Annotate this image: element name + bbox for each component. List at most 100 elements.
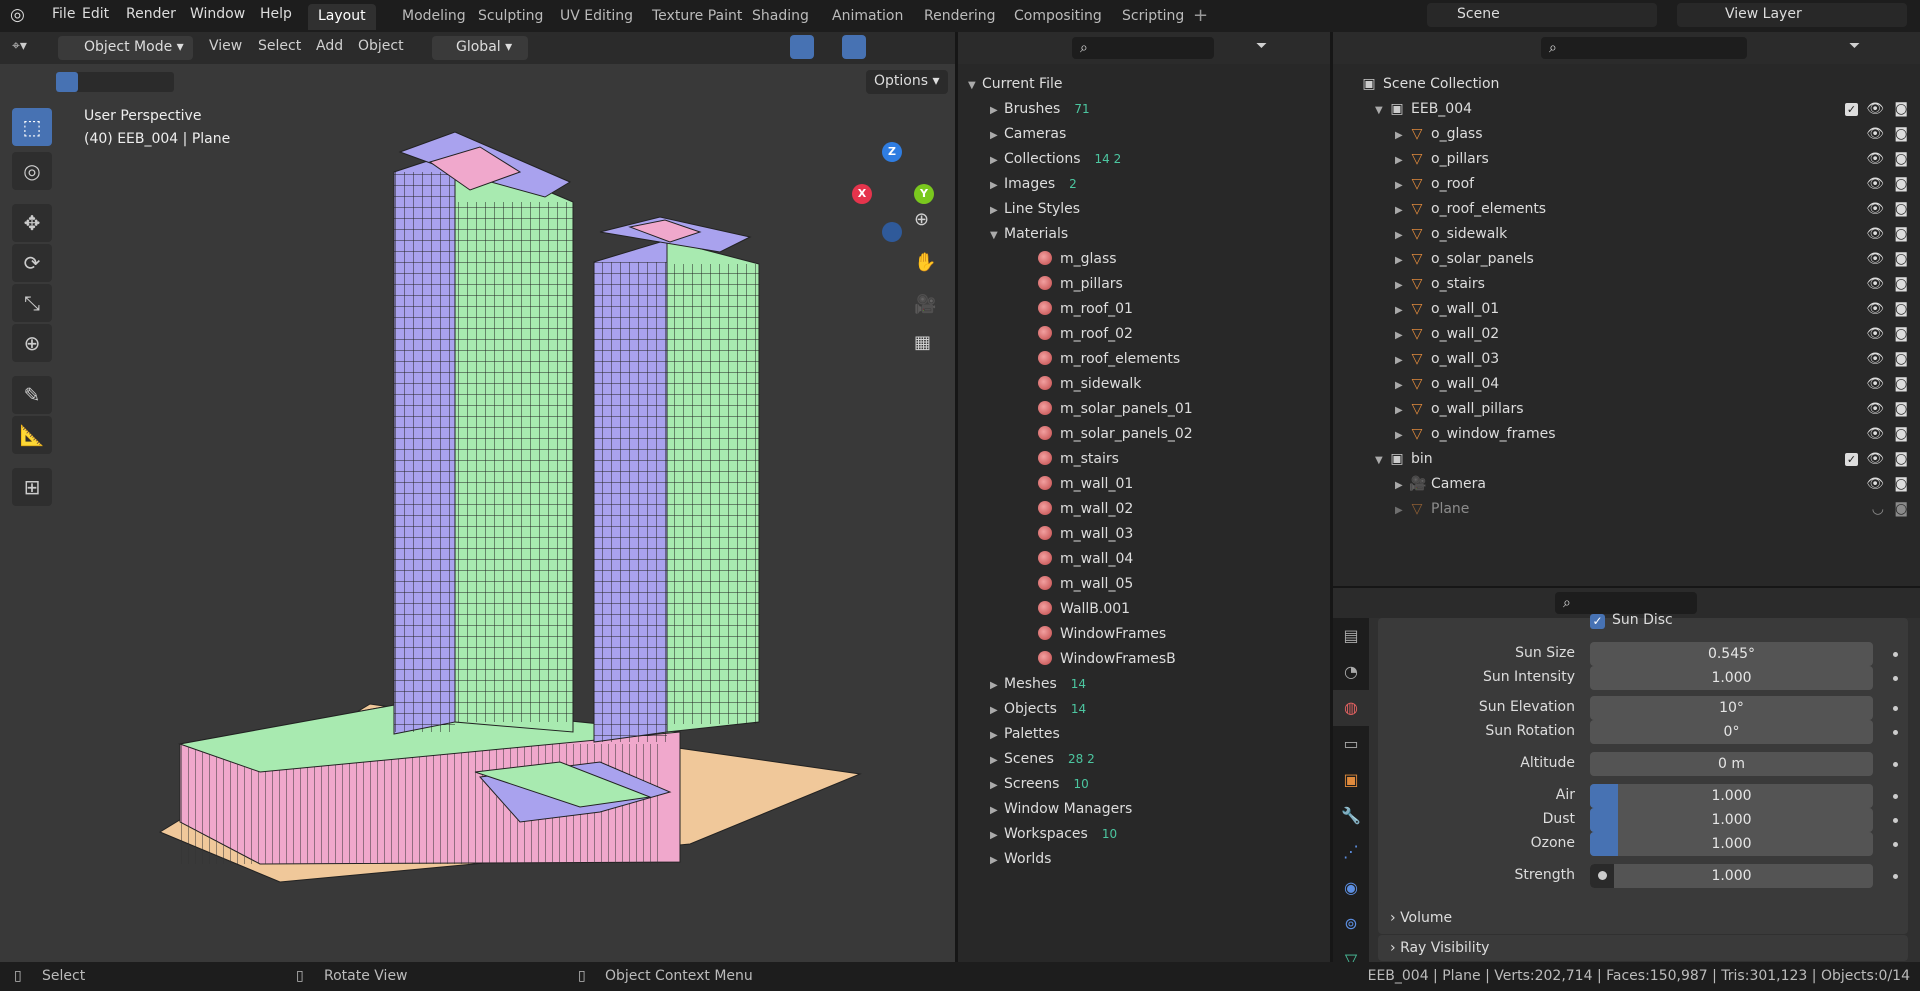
keyframe-dot[interactable] [1893,730,1898,735]
material-item[interactable]: WindowFrames [1038,622,1166,647]
scene-selector[interactable]: Scene [1427,3,1657,27]
render-camera-icon[interactable]: ◙ [1894,222,1908,247]
measure-tool[interactable]: 📐 [12,416,52,454]
render-camera-icon[interactable]: ◙ [1894,372,1908,397]
object-row[interactable]: ▶ ▽ o_roof_elements 👁 ◙ [1333,197,1920,222]
menu-window[interactable]: Window [190,6,245,22]
object-menu[interactable]: Object [358,38,404,54]
collection-eeb004[interactable]: ▼ ▣ EEB_004 ✓ 👁 ◙ [1333,97,1920,122]
pan-hand-icon[interactable]: ✋ [914,252,936,273]
zoom-icon[interactable]: ⊕ [914,209,929,230]
scene-filter-icon[interactable]: ⏷ [1849,38,1860,54]
gizmo-y-axis[interactable]: Y [914,184,934,204]
outliner-item[interactable]: ▶ Scenes 28 2 [990,747,1095,772]
tab-compositing[interactable]: Compositing [1004,4,1112,30]
visibility-eye-icon[interactable]: 👁 [1866,447,1884,472]
mode-selector[interactable]: Object Mode ▾ [58,36,193,60]
object-row[interactable]: ▶ ▽ o_solar_panels 👁 ◙ [1333,247,1920,272]
render-camera-icon[interactable]: ◙ [1894,172,1908,197]
keyframe-dot[interactable] [1893,706,1898,711]
exclude-checkbox[interactable]: ✓ [1845,103,1858,116]
render-camera-icon[interactable]: ◙ [1894,197,1908,222]
render-camera-icon[interactable]: ◙ [1894,272,1908,297]
gizmo-z-axis[interactable]: Z [882,142,902,162]
object-row[interactable]: ▶ ▽ o_wall_03 👁 ◙ [1333,347,1920,372]
tab-sculpting[interactable]: Sculpting [468,4,553,30]
add-workspace-icon[interactable]: + [1193,5,1208,26]
visibility-eye-icon[interactable]: 👁 [1866,122,1884,147]
object-row[interactable]: ▶ ▽ o_wall_pillars 👁 ◙ [1333,397,1920,422]
options-dropdown[interactable]: Options ▾ [866,70,948,94]
material-item[interactable]: m_roof_elements [1038,347,1180,372]
material-item[interactable]: m_wall_01 [1038,472,1133,497]
material-item[interactable]: m_solar_panels_01 [1038,397,1193,422]
material-item[interactable]: m_solar_panels_02 [1038,422,1193,447]
air-field[interactable]: 1.000 [1590,784,1873,808]
visibility-eye-icon[interactable]: 👁 [1866,97,1884,122]
visibility-eye-icon[interactable]: 👁 [1866,347,1884,372]
ozone-field[interactable]: 1.000 [1590,832,1873,856]
render-camera-icon[interactable]: ◙ [1894,147,1908,172]
outliner-item[interactable]: ▶ Palettes [990,722,1074,747]
gizmo-x-axis[interactable]: X [852,184,872,204]
render-camera-icon[interactable]: ◙ [1894,422,1908,447]
select-menu[interactable]: Select [258,38,301,54]
visibility-eye-icon[interactable]: 👁 [1866,472,1884,497]
render-camera-icon[interactable]: ◙ [1894,447,1908,472]
render-camera-icon[interactable]: ◙ [1894,397,1908,422]
outliner-item[interactable]: ▶ Meshes 14 [990,672,1086,697]
sun-elevation-field[interactable]: 10° [1590,696,1873,720]
sun-intensity-field[interactable]: 1.000 [1590,666,1873,690]
volume-panel[interactable]: › Volume [1378,902,1908,934]
outliner-item[interactable]: ▶ Objects 14 [990,697,1086,722]
tab-animation[interactable]: Animation [822,4,913,30]
scene-collection[interactable]: ▣ Scene Collection [1333,72,1920,97]
menu-edit[interactable]: Edit [82,6,109,22]
select-box-tool[interactable]: ⬚ [12,108,52,146]
render-camera-icon[interactable]: ◙ [1894,247,1908,272]
material-item[interactable]: m_glass [1038,247,1117,272]
keyframe-dot[interactable] [1893,652,1898,657]
tab-rendering[interactable]: Rendering [914,4,1006,30]
dust-field[interactable]: 1.000 [1590,808,1873,832]
overlay-toggle-icon[interactable] [842,35,866,59]
material-item[interactable]: WallB.001 [1038,597,1130,622]
constraints-tab-icon[interactable]: ⊚ [1333,906,1369,942]
visibility-eye-icon[interactable]: ◡ [1872,497,1884,522]
view-layer-tab-icon[interactable]: ◔ [1333,654,1369,690]
object-row[interactable]: ▶ ▽ o_window_frames 👁 ◙ [1333,422,1920,447]
tab-scripting[interactable]: Scripting [1112,4,1194,30]
material-item[interactable]: m_sidewalk [1038,372,1141,397]
tab-texture-paint[interactable]: Texture Paint [642,4,752,30]
filter-icon[interactable]: ⏷ [1256,38,1267,54]
render-camera-icon[interactable]: ◙ [1894,297,1908,322]
scale-tool[interactable]: ⤡ [12,284,52,322]
material-item[interactable]: m_stairs [1038,447,1119,472]
render-camera-icon[interactable]: ◙ [1894,122,1908,147]
render-camera-icon[interactable]: ◙ [1894,322,1908,347]
material-item[interactable]: m_pillars [1038,272,1123,297]
collection-tab-icon[interactable]: ▭ [1333,726,1369,762]
strength-field[interactable]: 1.000 [1590,864,1873,888]
visibility-eye-icon[interactable]: 👁 [1866,147,1884,172]
menu-file[interactable]: File [52,6,75,22]
tab-modeling[interactable]: Modeling [392,4,476,30]
material-item[interactable]: m_wall_02 [1038,497,1133,522]
object-row[interactable]: ▶ ▽ o_roof 👁 ◙ [1333,172,1920,197]
cursor-tool[interactable]: ◎ [12,152,52,190]
sun-disc-checkbox[interactable]: ✓ [1590,614,1605,629]
render-camera-icon[interactable]: ◙ [1894,472,1908,497]
visibility-eye-icon[interactable]: 👁 [1866,397,1884,422]
view-menu[interactable]: View [209,38,242,54]
color-swatch[interactable] [1590,864,1614,888]
camera-view-icon[interactable]: 🎥 [914,294,936,315]
sun-rotation-field[interactable]: 0° [1590,720,1873,744]
scene-outliner-search[interactable]: ⌕ [1541,37,1747,59]
visibility-eye-icon[interactable]: 👁 [1866,372,1884,397]
visibility-eye-icon[interactable]: 👁 [1866,247,1884,272]
editor-type-icon[interactable]: ⌖▾ [12,38,27,54]
object-row[interactable]: ▶ ▽ Plane ◡ ◙ [1333,497,1920,522]
outliner-item[interactable]: ▶ Images 2 [990,172,1077,197]
modifier-tab-icon[interactable]: 🔧 [1333,798,1369,834]
world-tab-icon[interactable]: ◍ [1333,690,1369,726]
